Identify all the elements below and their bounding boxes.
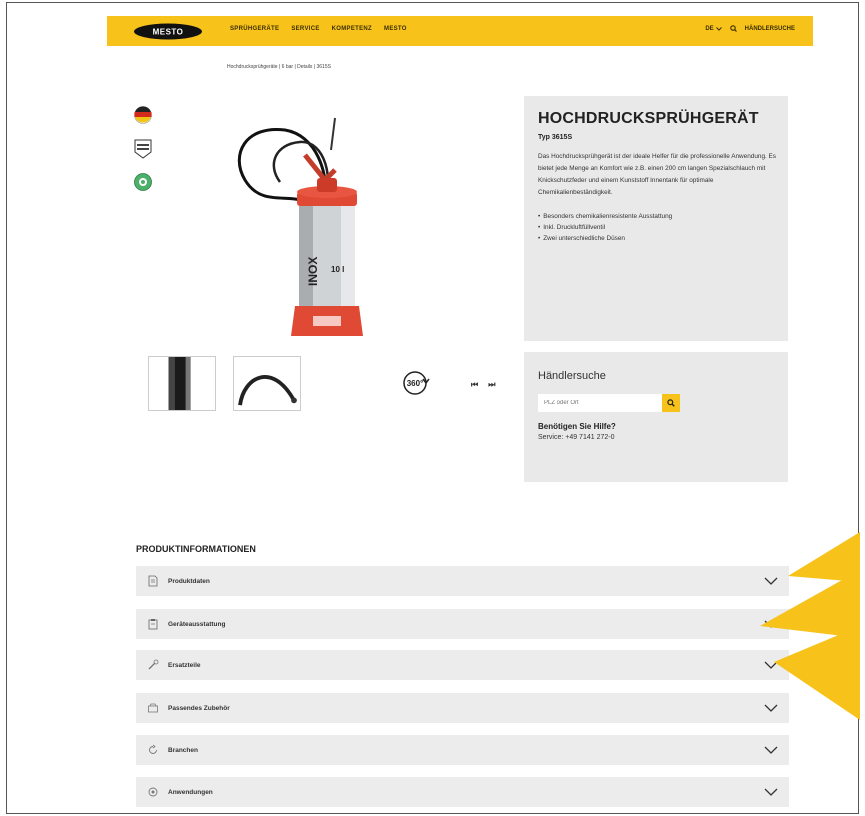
accordion-label: Anwendungen	[168, 788, 213, 796]
accordion-produktdaten[interactable]: Produktdaten	[136, 566, 789, 596]
header-right: DE HÄNDLERSUCHE	[705, 25, 795, 32]
dealer-search-panel: Händlersuche Benötigen Sie Hilfe? Servic…	[524, 352, 788, 482]
dealer-search-title: Händlersuche	[538, 370, 606, 382]
product-image-text: INOX	[306, 257, 320, 286]
nav-item-mesto[interactable]: MESTO	[384, 26, 407, 32]
feature-list: Besonders chemikalienresistente Ausstatt…	[538, 211, 774, 244]
round-badge-icon	[134, 173, 152, 191]
language-selector[interactable]: DE	[705, 25, 722, 32]
accordion-label: Ersatzteile	[168, 661, 201, 669]
accordion-label: Produktdaten	[168, 577, 210, 585]
thumbnail-2[interactable]	[233, 356, 301, 411]
mesto-logo[interactable]: MESTO	[133, 23, 203, 40]
dealer-search-button[interactable]	[662, 394, 680, 412]
annotation-arrows	[760, 532, 860, 720]
product-image[interactable]: INOX 10 l	[205, 110, 390, 340]
skip-forward-icon[interactable]: ⏭	[488, 380, 495, 390]
help-title: Benötigen Sie Hilfe?	[538, 422, 616, 431]
rotate-360-icon[interactable]: 360°	[398, 366, 432, 400]
product-type: Typ 3615S	[538, 134, 573, 141]
skip-back-icon[interactable]: ⏮	[471, 380, 478, 390]
feature-item: Inkl. Druckluftfüllventil	[538, 222, 774, 233]
accordion-label: Passendes Zubehör	[168, 704, 230, 712]
feature-item: Besonders chemikalienresistente Ausstatt…	[538, 211, 774, 222]
nav-item-service[interactable]: SERVICE	[291, 26, 319, 32]
site-header: MESTO SPRÜHGERÄTE SERVICE KOMPETENZ MEST…	[107, 16, 813, 46]
nav-item-spruehgeraete[interactable]: SPRÜHGERÄTE	[230, 26, 279, 32]
accordion-ersatzteile[interactable]: Ersatzteile	[136, 650, 789, 680]
breadcrumb[interactable]: Hochdrucksprühgeräte | 6 bar | Details |…	[227, 64, 331, 70]
germany-flag-icon	[134, 106, 152, 124]
product-title: HOCHDRUCKSPRÜHGERÄT	[538, 110, 759, 127]
chevron-down-icon	[764, 746, 778, 754]
thumbnail-1[interactable]	[148, 356, 216, 411]
dealer-search-row	[538, 394, 774, 412]
dealer-search-input[interactable]	[538, 394, 662, 412]
gear-icon	[148, 787, 158, 797]
accordion-anwendungen[interactable]: Anwendungen	[136, 777, 789, 807]
product-description: Das Hochdrucksprühgerät ist der ideale H…	[538, 153, 777, 196]
chevron-down-icon	[764, 788, 778, 796]
search-icon[interactable]	[729, 25, 737, 32]
refresh-icon	[149, 744, 157, 754]
feature-item: Zwei unterschiedliche Düsen	[538, 233, 774, 244]
product-image-volume: 10 l	[331, 265, 344, 274]
product-info-heading: PRODUKTINFORMATIONEN	[136, 544, 256, 554]
product-info-panel: HOCHDRUCKSPRÜHGERÄT Typ 3615S Das Hochdr…	[524, 96, 788, 341]
rotate-360-label: 360°	[407, 379, 424, 388]
language-label: DE	[705, 25, 714, 32]
accordion-label: Geräteausstattung	[168, 620, 226, 628]
accordion-branchen[interactable]: Branchen	[136, 735, 789, 765]
box-icon	[148, 703, 158, 713]
dealer-search-link[interactable]: HÄNDLERSUCHE	[745, 26, 795, 32]
document-icon	[148, 575, 158, 587]
nav-item-kompetenz[interactable]: KOMPETENZ	[332, 26, 372, 32]
clipboard-icon	[148, 619, 158, 630]
made-in-germany-icon	[134, 139, 152, 159]
main-nav: SPRÜHGERÄTE SERVICE KOMPETENZ MESTO	[230, 26, 407, 32]
service-phone[interactable]: Service: +49 7141 272-0	[538, 434, 774, 441]
viewer-nav: ⏮ ⏭	[471, 380, 495, 390]
accordion-label: Branchen	[168, 746, 198, 754]
search-icon	[667, 399, 675, 407]
accordion-passendes-zubehoer[interactable]: Passendes Zubehör	[136, 693, 789, 723]
wrench-icon	[148, 659, 159, 670]
logo-text: MESTO	[153, 28, 184, 37]
chevron-down-icon	[715, 26, 722, 31]
accordion-geraeteausstattung[interactable]: Geräteausstattung	[136, 609, 789, 639]
